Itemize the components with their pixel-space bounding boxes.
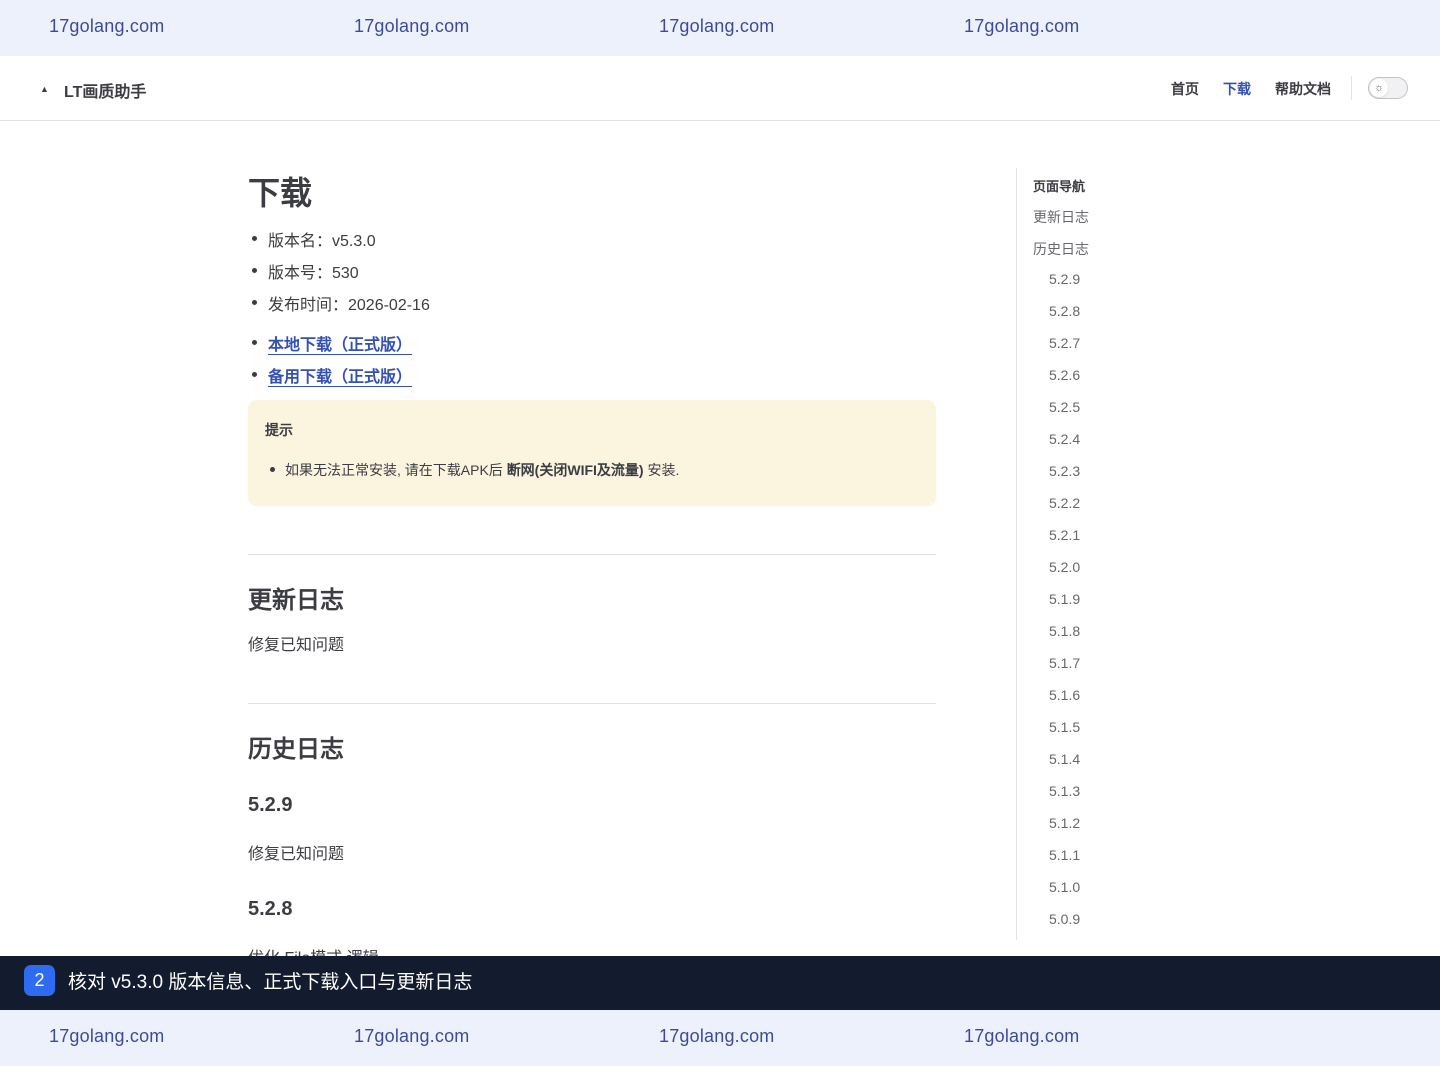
toc-link-history[interactable]: 历史日志	[1033, 239, 1089, 259]
tip-box: 提示 如果无法正常安装, 请在下载APK后 断网(关闭WIFI及流量) 安装.	[248, 400, 936, 506]
toc-link-version[interactable]: 5.2.6	[1049, 367, 1080, 383]
release-date-item: 发布时间：2026-02-16	[252, 291, 430, 315]
watermark-text: 17golang.com	[659, 1026, 775, 1046]
tip-title: 提示	[265, 422, 293, 438]
watermark-text: 17golang.com	[964, 16, 1080, 36]
navbar: ▲ LT画质助手 首页 下载 帮助文档 ☼	[0, 56, 1440, 121]
toc-link-changelog[interactable]: 更新日志	[1033, 207, 1089, 227]
logo-icon[interactable]: ▲	[40, 84, 49, 94]
step-number-badge: 2	[24, 965, 55, 996]
nav-link-help-docs[interactable]: 帮助文档	[1275, 79, 1331, 99]
watermark-text: 17golang.com	[659, 16, 775, 36]
toc-link-version[interactable]: 5.2.8	[1049, 303, 1080, 319]
toc-link-version[interactable]: 5.1.2	[1049, 815, 1080, 831]
download-list-item: 备用下载（正式版）	[251, 363, 412, 387]
site-title[interactable]: LT画质助手	[64, 78, 146, 102]
local-download-link[interactable]: 本地下载（正式版）	[268, 337, 412, 354]
page-title: 下载	[248, 175, 313, 211]
toc-link-version[interactable]: 5.2.3	[1049, 463, 1080, 479]
bottom-watermark-banner: 17golang.com 17golang.com 17golang.com 1…	[0, 1010, 1440, 1066]
toc-link-version[interactable]: 5.2.9	[1049, 271, 1080, 287]
watermark-text: 17golang.com	[964, 1026, 1080, 1046]
toc-link-version[interactable]: 5.2.7	[1049, 335, 1080, 351]
history-heading: 历史日志	[248, 736, 344, 763]
tip-bold-text: 断网(关闭WIFI及流量)	[506, 462, 644, 478]
toc-link-version[interactable]: 5.1.4	[1049, 751, 1080, 767]
history-version-heading: 5.2.9	[248, 794, 293, 816]
toc-link-version[interactable]: 5.2.1	[1049, 527, 1080, 543]
nav-link-download[interactable]: 下载	[1223, 79, 1251, 99]
toc-link-version[interactable]: 5.1.8	[1049, 623, 1080, 639]
toc-link-version[interactable]: 5.1.7	[1049, 655, 1080, 671]
step-caption-bar: 2 核对 v5.3.0 版本信息、正式下载入口与更新日志	[0, 956, 1440, 1010]
watermark-text: 17golang.com	[354, 16, 470, 36]
toc-link-version[interactable]: 5.0.9	[1049, 911, 1080, 927]
history-version-heading: 5.2.8	[248, 898, 293, 920]
main-content: 下载 版本名：v5.3.0 版本号：530 发布时间：2026-02-16 本地…	[248, 121, 936, 956]
version-name-item: 版本名：v5.3.0	[252, 227, 376, 251]
toc-link-version[interactable]: 5.1.5	[1049, 719, 1080, 735]
top-watermark-banner: 17golang.com 17golang.com 17golang.com 1…	[0, 0, 1440, 56]
theme-toggle[interactable]: ☼	[1368, 77, 1408, 99]
download-list-item: 本地下载（正式版）	[251, 331, 412, 355]
tip-text: 如果无法正常安装, 请在下载APK后 断网(关闭WIFI及流量) 安装.	[269, 462, 680, 478]
toc-link-version[interactable]: 5.1.3	[1049, 783, 1080, 799]
toc-link-version[interactable]: 5.2.2	[1049, 495, 1080, 511]
toc-link-version[interactable]: 5.2.5	[1049, 399, 1080, 415]
toc-link-version[interactable]: 5.1.1	[1049, 847, 1080, 863]
divider	[248, 554, 936, 555]
backup-download-link[interactable]: 备用下载（正式版）	[268, 369, 412, 386]
version-code-item: 版本号：530	[252, 259, 359, 283]
toc-link-version[interactable]: 5.1.6	[1049, 687, 1080, 703]
watermark-text: 17golang.com	[49, 1026, 165, 1046]
nav-link-home[interactable]: 首页	[1171, 79, 1199, 99]
divider	[248, 703, 936, 704]
history-version-text: 优化 File模式 逻辑	[248, 944, 379, 956]
watermark-text: 17golang.com	[354, 1026, 470, 1046]
toc-link-version[interactable]: 5.1.9	[1049, 591, 1080, 607]
changelog-heading: 更新日志	[248, 587, 344, 614]
toc-title: 页面导航	[1033, 179, 1086, 194]
history-version-text: 修复已知问题	[248, 846, 345, 863]
watermark-text: 17golang.com	[49, 16, 165, 36]
toc-link-version[interactable]: 5.2.4	[1049, 431, 1080, 447]
toc-divider	[1016, 168, 1017, 940]
toc-link-version[interactable]: 5.1.0	[1049, 879, 1080, 895]
toc-link-version[interactable]: 5.2.0	[1049, 559, 1080, 575]
sun-icon: ☼	[1370, 79, 1388, 97]
nav-divider	[1351, 76, 1352, 100]
changelog-text: 修复已知问题	[248, 637, 345, 654]
step-caption-text: 核对 v5.3.0 版本信息、正式下载入口与更新日志	[68, 972, 473, 993]
